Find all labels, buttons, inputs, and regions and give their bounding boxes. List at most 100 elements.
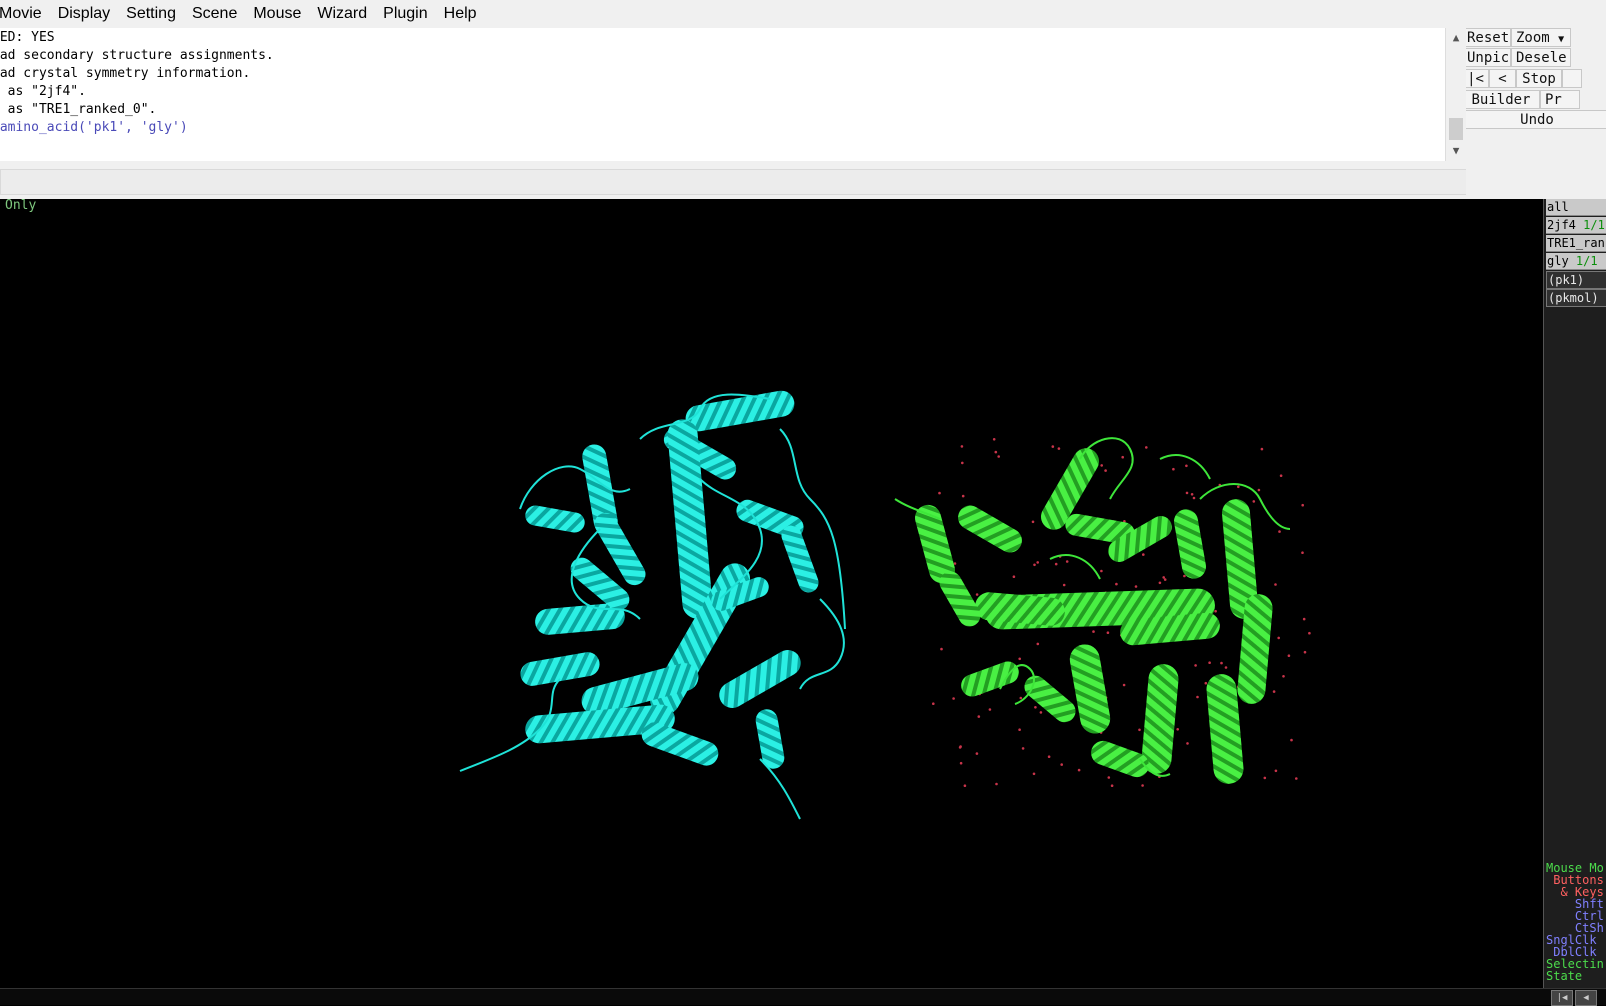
water-molecule bbox=[1263, 776, 1267, 780]
helix-segment bbox=[958, 505, 1022, 553]
console-line: d as "TRE1_ranked_0". bbox=[0, 102, 157, 117]
menu-wizard[interactable]: Wizard bbox=[309, 0, 375, 28]
water-molecule bbox=[1142, 553, 1145, 556]
water-molecule bbox=[963, 784, 967, 787]
water-molecule bbox=[938, 491, 941, 495]
water-molecule bbox=[1183, 574, 1186, 578]
water-molecule bbox=[977, 715, 981, 718]
water-molecule bbox=[1192, 496, 1196, 500]
helix-segment bbox=[1024, 675, 1076, 723]
object-count: 1/1 bbox=[1575, 218, 1605, 232]
prev-frame-button[interactable]: < bbox=[1489, 69, 1516, 88]
protein-tre1-ranked-0[interactable] bbox=[894, 437, 1311, 787]
object-name: all bbox=[1547, 200, 1569, 214]
object-name: (pkmol) bbox=[1548, 291, 1599, 305]
water-molecule bbox=[1186, 742, 1189, 745]
object-entry[interactable]: (pk1) bbox=[1546, 271, 1606, 289]
output-console: RED: YES ead secondary structure assignme… bbox=[0, 28, 1466, 161]
builder-button[interactable]: Builder bbox=[1466, 90, 1540, 109]
chevron-down-icon[interactable]: ▼ bbox=[1446, 141, 1466, 161]
object-entry[interactable]: all bbox=[1546, 199, 1606, 216]
water-molecule bbox=[1190, 493, 1194, 496]
water-molecule bbox=[1039, 711, 1043, 714]
menu-movie[interactable]: Movie bbox=[0, 0, 50, 28]
helix-segment bbox=[1091, 740, 1149, 778]
stop-button[interactable]: Stop bbox=[1516, 69, 1562, 88]
console-line: _amino_acid('pk1', 'gly') bbox=[0, 120, 188, 135]
coil-segment bbox=[799, 598, 845, 690]
object-name: (pk1) bbox=[1548, 273, 1585, 287]
protein-2jf4[interactable] bbox=[459, 389, 846, 820]
water-molecule bbox=[960, 445, 964, 448]
water-molecule bbox=[1106, 631, 1110, 634]
water-molecule bbox=[1279, 474, 1283, 478]
command-bar bbox=[0, 161, 1492, 199]
water-molecule bbox=[1172, 467, 1175, 471]
water-molecule bbox=[1145, 446, 1148, 449]
coil-segment bbox=[1049, 554, 1101, 580]
zoom-button[interactable]: Zoom ▼ bbox=[1511, 28, 1571, 47]
water-molecule bbox=[1185, 491, 1189, 495]
helix-segment bbox=[520, 652, 600, 686]
menu-plugin[interactable]: Plugin bbox=[375, 0, 435, 28]
water-molecule bbox=[1018, 657, 1021, 661]
object-entry[interactable]: 2jf4 1/1 bbox=[1546, 217, 1606, 234]
water-molecule bbox=[1100, 464, 1103, 467]
play-button[interactable] bbox=[1562, 69, 1582, 88]
water-molecule bbox=[997, 455, 1000, 458]
helix-segment bbox=[939, 571, 981, 627]
water-molecule bbox=[1121, 455, 1124, 459]
water-molecule bbox=[1122, 683, 1126, 687]
object-entry[interactable]: TRE1_ran bbox=[1546, 235, 1606, 252]
menu-setting[interactable]: Setting bbox=[118, 0, 184, 28]
properties-button[interactable]: Pr bbox=[1540, 90, 1580, 109]
chevron-up-icon[interactable]: ▲ bbox=[1446, 28, 1466, 48]
water-molecule bbox=[1047, 755, 1051, 758]
control-panel: Reset Zoom ▼ Unpick Desele |< < Stop Bui… bbox=[1466, 28, 1606, 199]
object-name: TRE1_ran bbox=[1547, 236, 1605, 250]
menu-display[interactable]: Display bbox=[50, 0, 118, 28]
command-input[interactable] bbox=[0, 169, 1492, 195]
water-molecule bbox=[1220, 661, 1223, 665]
object-count: 1/1 bbox=[1568, 254, 1598, 268]
helix-segment bbox=[961, 661, 1019, 697]
water-molecule bbox=[1077, 768, 1081, 772]
water-molecule bbox=[1274, 583, 1277, 586]
console-line: ead crystal symmetry information. bbox=[0, 66, 251, 81]
water-molecule bbox=[1204, 681, 1208, 685]
console-scrollbar[interactable]: ▲ ▼ bbox=[1445, 28, 1466, 161]
menu-mouse[interactable]: Mouse bbox=[245, 0, 309, 28]
water-molecule bbox=[959, 761, 963, 765]
water-molecule bbox=[1060, 763, 1063, 766]
coil-segment bbox=[759, 758, 801, 820]
water-molecule bbox=[975, 593, 979, 596]
water-molecule bbox=[1107, 776, 1111, 779]
first-frame-button[interactable]: |< bbox=[1466, 69, 1489, 88]
caret-down-icon: ▼ bbox=[1558, 34, 1565, 45]
reset-button[interactable]: Reset bbox=[1466, 28, 1511, 47]
water-molecule bbox=[1185, 464, 1188, 468]
console-line: RED: YES bbox=[0, 30, 55, 45]
water-molecule bbox=[1110, 784, 1114, 787]
undo-button[interactable]: Undo bbox=[1466, 110, 1606, 129]
object-entry[interactable]: gly 1/1 bbox=[1546, 253, 1606, 270]
unpick-button[interactable]: Unpick bbox=[1466, 48, 1511, 67]
3d-viewer[interactable]: Only bbox=[0, 199, 1543, 988]
water-molecule bbox=[1012, 575, 1016, 578]
menu-help[interactable]: Help bbox=[436, 0, 485, 28]
console-text: RED: YES ead secondary structure assignme… bbox=[0, 28, 1444, 161]
menu-scene[interactable]: Scene bbox=[184, 0, 245, 28]
water-molecule bbox=[1115, 582, 1118, 586]
object-entry[interactable]: (pkmol) bbox=[1546, 289, 1606, 307]
scroll-thumb[interactable] bbox=[1449, 118, 1463, 140]
water-molecule bbox=[1054, 562, 1058, 566]
console-line: ead secondary structure assignments. bbox=[0, 48, 274, 63]
deselect-button[interactable]: Desele bbox=[1511, 48, 1571, 67]
water-molecule bbox=[1036, 561, 1039, 564]
water-molecule bbox=[1303, 650, 1307, 654]
object-name: gly bbox=[1547, 254, 1569, 268]
water-molecule bbox=[1019, 696, 1023, 700]
water-molecule bbox=[1252, 500, 1256, 503]
water-molecule bbox=[1274, 769, 1278, 773]
water-molecule bbox=[1302, 617, 1306, 621]
